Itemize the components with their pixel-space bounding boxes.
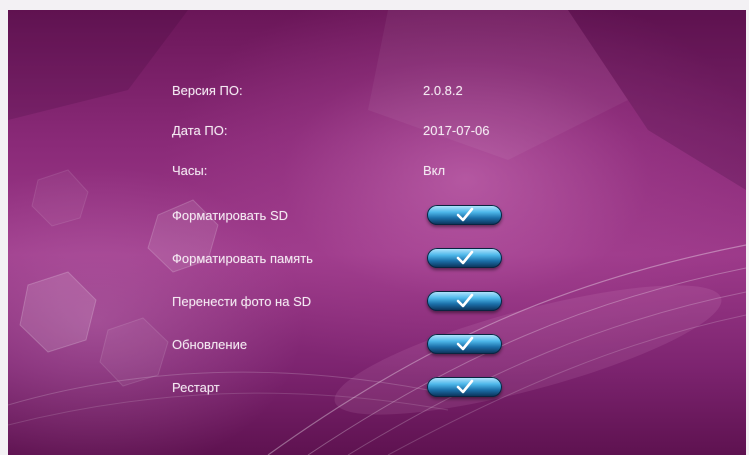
software-version-label: Версия ПО:	[172, 83, 243, 98]
window-frame: Версия ПО: 2.0.8.2 Дата ПО: 2017-07-06 Ч…	[0, 0, 749, 455]
check-icon	[456, 250, 474, 265]
format-memory-label: Форматировать память	[172, 251, 313, 266]
move-photos-to-sd-button[interactable]	[427, 291, 502, 311]
software-version-value: 2.0.8.2	[423, 83, 463, 98]
row-format-memory: Форматировать память	[8, 245, 746, 275]
restart-button[interactable]	[427, 377, 502, 397]
format-sd-label: Форматировать SD	[172, 208, 289, 223]
clock-value[interactable]: Вкл	[423, 163, 445, 178]
row-move-photos-to-sd: Перенести фото на SD	[8, 288, 746, 318]
check-icon	[456, 293, 474, 308]
check-icon	[456, 336, 474, 351]
row-clock: Часы: Вкл	[8, 157, 746, 187]
software-date-value: 2017-07-06	[423, 123, 490, 138]
restart-label: Рестарт	[172, 380, 220, 395]
format-memory-button[interactable]	[427, 248, 502, 268]
row-software-date: Дата ПО: 2017-07-06	[8, 117, 746, 147]
row-update: Обновление	[8, 331, 746, 361]
update-label: Обновление	[172, 337, 248, 352]
row-restart: Рестарт	[8, 374, 746, 404]
software-date-label: Дата ПО:	[172, 123, 228, 138]
row-format-sd: Форматировать SD	[8, 202, 746, 232]
format-sd-button[interactable]	[427, 205, 502, 225]
move-photos-to-sd-label: Перенести фото на SD	[172, 294, 312, 309]
row-software-version: Версия ПО: 2.0.8.2	[8, 77, 746, 107]
check-icon	[456, 207, 474, 222]
update-button[interactable]	[427, 334, 502, 354]
check-icon	[456, 379, 474, 394]
clock-label: Часы:	[172, 163, 208, 178]
settings-screen: Версия ПО: 2.0.8.2 Дата ПО: 2017-07-06 Ч…	[8, 10, 746, 455]
